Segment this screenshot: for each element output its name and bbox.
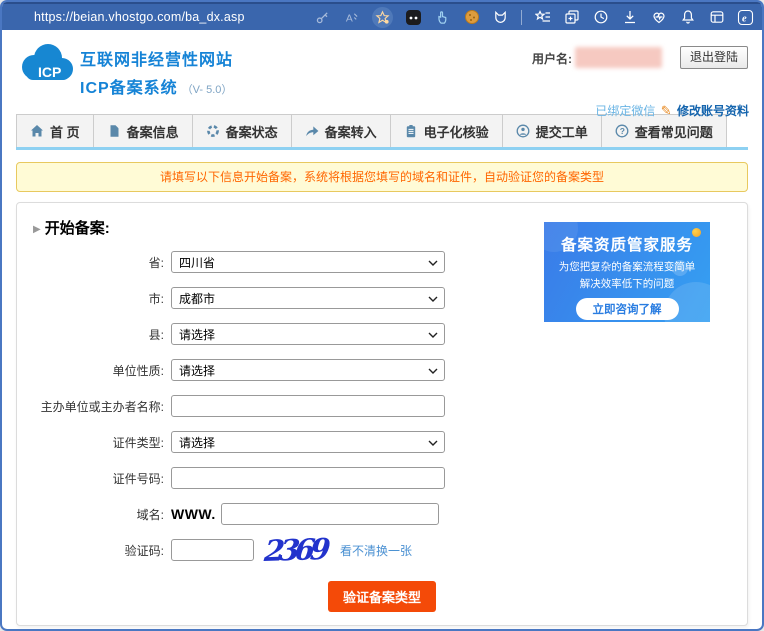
username-value-redacted (575, 47, 662, 68)
verify-filing-type-button[interactable]: 验证备案类型 (327, 581, 436, 612)
password-key-icon[interactable] (314, 9, 331, 26)
downloads-icon[interactable] (621, 9, 638, 26)
main-navbar: 首 页 备案信息 备案状态 备案转入 电子化核验 提交工单 ? 查看常见问题 (16, 114, 748, 150)
triangle-bullet-icon: ▶ (33, 224, 41, 235)
ad-subtitle-2: 解决效率低下的问题 (579, 278, 675, 290)
svg-text:A: A (346, 13, 353, 24)
add-favorite-star-icon[interactable] (372, 6, 393, 28)
notice-banner: 请填写以下信息开始备案，系统将根据您填写的域名和证件，自动验证您的备案类型 (16, 162, 748, 192)
www-prefix: WWW. (171, 506, 216, 522)
county-select[interactable]: 请选择 (171, 323, 445, 345)
province-select[interactable]: 四川省 (171, 251, 445, 273)
edit-account-link[interactable]: 修改账号资料 (677, 104, 749, 118)
browser-toolbar: A e (314, 4, 754, 30)
svg-text:?: ? (619, 126, 624, 136)
chevron-down-icon (428, 332, 438, 338)
chevron-down-icon (428, 296, 438, 302)
tab-e-verification[interactable]: 电子化核验 (389, 114, 503, 147)
logout-button[interactable]: 退出登陆 (680, 46, 748, 69)
form-row-county: 县: 请选择 (17, 323, 747, 345)
org-name-input[interactable] (171, 395, 445, 417)
city-label: 市: (148, 291, 164, 306)
toolbar-separator (521, 9, 522, 25)
svg-text:e: e (742, 13, 747, 24)
account-row: 已绑定微信 ✎ 修改账号资料 (595, 102, 749, 119)
favorites-icon[interactable] (534, 9, 551, 26)
notifications-icon[interactable] (679, 9, 696, 26)
fox-extension-icon[interactable] (492, 9, 509, 26)
chevron-down-icon (428, 368, 438, 374)
org-name-label: 主办单位或主办者名称: (40, 399, 164, 414)
url-text[interactable]: https://beian.vhostgo.com/ba_dx.asp (34, 10, 245, 24)
ad-banner[interactable]: 备案资质管家服务 为您把复杂的备案流程变简单 解决效率低下的问题 立即咨询了解 (544, 222, 710, 322)
cert-type-label: 证件类型: (112, 435, 164, 450)
form-heading: ▶ 开始备案: (33, 220, 110, 237)
filing-form-panel: ▶ 开始备案: 省: 四川省 市: 成都市 县: 请选择 单位性质: 请选择 主… (16, 202, 748, 626)
extension-dark-icon[interactable] (405, 9, 422, 26)
read-aloud-icon[interactable]: A (343, 9, 360, 26)
tab-filing-info[interactable]: 备案信息 (92, 114, 193, 147)
ad-subtitle-1: 为您把复杂的备案流程变简单 (558, 261, 696, 273)
hand-pointer-icon[interactable] (434, 9, 451, 26)
tab-home[interactable]: 首 页 (16, 114, 94, 147)
form-row-domain: 域名: WWW. (17, 503, 747, 525)
form-row-cert-number: 证件号码: (17, 467, 747, 489)
workspaces-icon[interactable] (708, 9, 725, 26)
site-title-line1: 互联网非经营性网站 (80, 52, 234, 69)
form-row-captcha: 验证码: 2369 看不清换一张 (17, 532, 747, 568)
form-row-org-type: 单位性质: 请选择 (17, 359, 747, 381)
city-select[interactable]: 成都市 (171, 287, 445, 309)
pencil-icon: ✎ (660, 103, 672, 118)
icp-cloud-logo: ICP (18, 42, 74, 93)
cert-number-input[interactable] (171, 467, 445, 489)
svg-text:ICP: ICP (38, 64, 61, 80)
ad-title: 备案资质管家服务 (560, 237, 693, 254)
captcha-image[interactable]: 2369 (263, 532, 328, 568)
form-row-cert-type: 证件类型: 请选择 (17, 431, 747, 453)
ad-consult-button[interactable]: 立即咨询了解 (575, 298, 679, 320)
captcha-refresh-link[interactable]: 看不清换一张 (340, 542, 412, 559)
site-header: ICP 互联网非经营性网站 ICP备案系统 （V- 5.0） 用户名: 退出登陆 … (2, 30, 762, 118)
domain-input[interactable] (220, 503, 439, 525)
county-label: 县: (148, 327, 164, 342)
edge-menu-icon[interactable]: e (737, 9, 754, 26)
org-type-label: 单位性质: (112, 363, 164, 378)
captcha-input[interactable] (171, 539, 254, 561)
chevron-down-icon (428, 440, 438, 446)
version-label: （V- 5.0） (181, 84, 233, 96)
submit-row: 验证备案类型 (17, 581, 747, 612)
site-title-line2: ICP备案系统 （V- 5.0） (80, 80, 233, 97)
form-row-org-name: 主办单位或主办者名称: (17, 395, 747, 417)
tab-filing-status[interactable]: 备案状态 (191, 114, 292, 147)
browser-window: https://beian.vhostgo.com/ba_dx.asp A e … (0, 0, 764, 631)
tab-filing-transfer[interactable]: 备案转入 (290, 114, 391, 147)
org-type-select[interactable]: 请选择 (171, 359, 445, 381)
cookie-extension-icon[interactable] (463, 9, 480, 26)
cert-number-label: 证件号码: (112, 471, 164, 486)
province-label: 省: (148, 255, 164, 270)
domain-label: 域名: (136, 507, 164, 522)
collections-icon[interactable] (563, 9, 580, 26)
browser-address-bar[interactable]: https://beian.vhostgo.com/ba_dx.asp A e (2, 2, 762, 30)
tab-submit-ticket[interactable]: 提交工单 (501, 114, 602, 147)
chevron-down-icon (428, 260, 438, 266)
username-label: 用户名: (532, 52, 572, 66)
captcha-label: 验证码: (124, 543, 164, 558)
history-icon[interactable] (592, 9, 609, 26)
site-title: 互联网非经营性网站 ICP备案系统 （V- 5.0） (80, 46, 233, 98)
wechat-bound-link[interactable]: 已绑定微信 (595, 104, 655, 118)
cert-type-select[interactable]: 请选择 (171, 431, 445, 453)
browser-essentials-icon[interactable] (650, 9, 667, 26)
